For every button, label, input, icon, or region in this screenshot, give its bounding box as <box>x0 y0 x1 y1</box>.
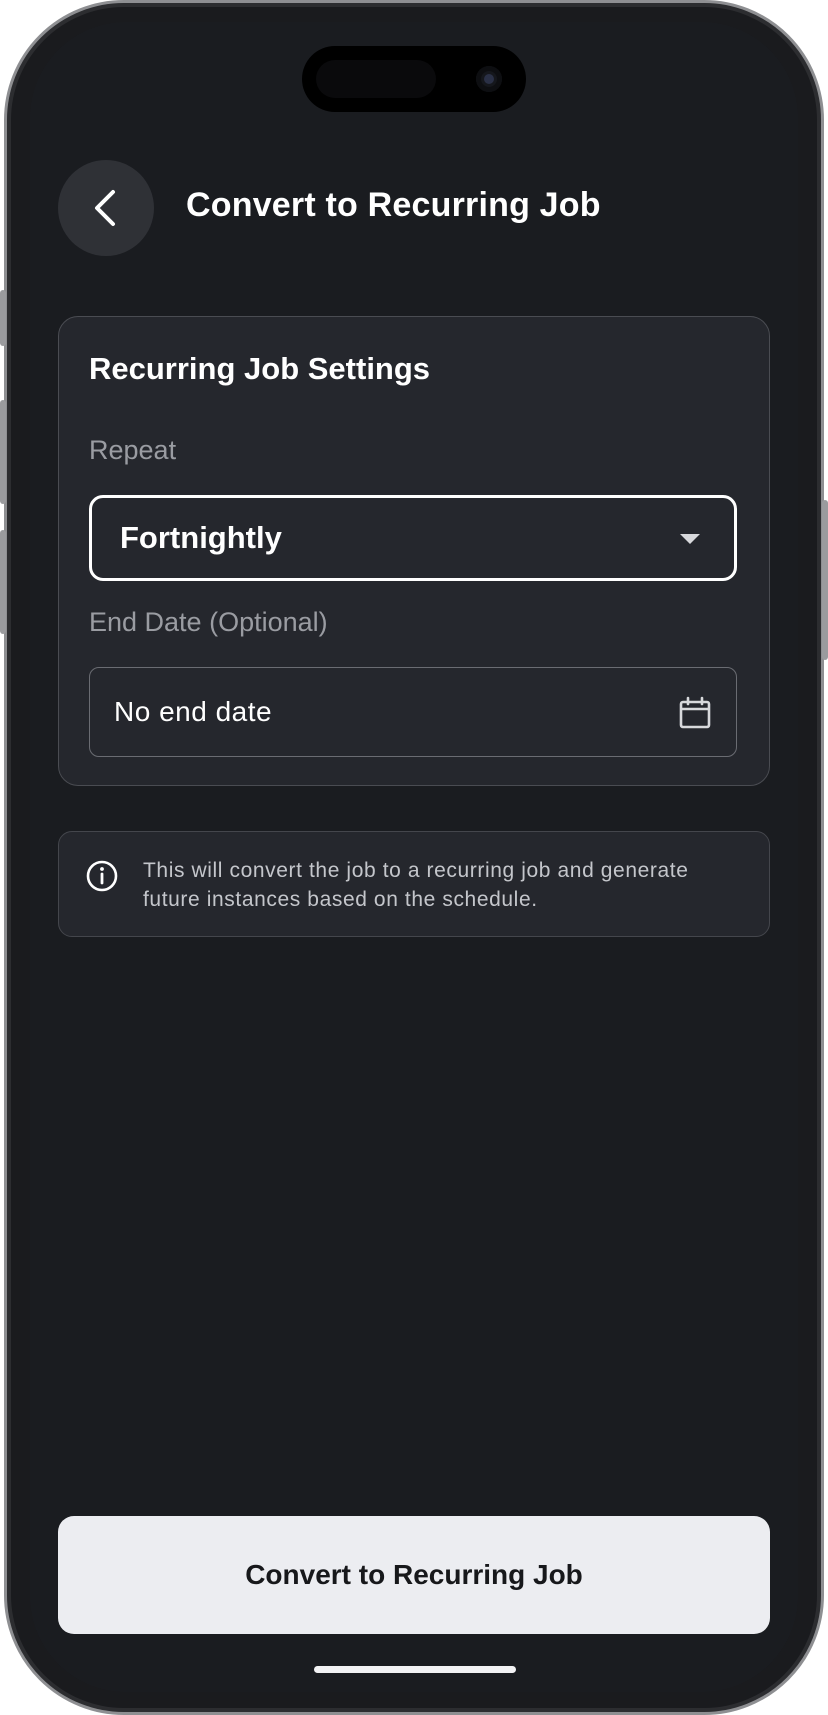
back-button[interactable] <box>58 160 154 256</box>
page-title: Convert to Recurring Job <box>186 186 601 224</box>
convert-to-recurring-button[interactable]: Convert to Recurring Job <box>58 1516 770 1634</box>
silent-switch <box>0 290 6 346</box>
info-icon <box>86 860 118 892</box>
repeat-dropdown[interactable]: Fortnightly <box>89 495 737 581</box>
face-id-sensor <box>316 60 436 98</box>
calendar-icon[interactable] <box>678 696 712 730</box>
repeat-selected-value: Fortnightly <box>120 520 282 555</box>
repeat-label: Repeat <box>89 435 177 465</box>
info-text: This will convert the job to a recurring… <box>143 859 689 911</box>
end-date-value: No end date <box>114 696 273 727</box>
dynamic-island <box>302 46 526 112</box>
info-notice: This will convert the job to a recurring… <box>58 831 770 937</box>
chevron-left-icon <box>95 190 115 226</box>
volume-up-button <box>0 400 6 504</box>
home-indicator[interactable] <box>314 1666 516 1673</box>
dropdown-arrow-icon <box>680 534 700 544</box>
front-camera <box>476 66 502 92</box>
volume-down-button <box>0 530 6 634</box>
end-date-label: End Date (Optional) <box>89 607 328 637</box>
convert-button-label: Convert to Recurring Job <box>245 1559 583 1590</box>
power-button <box>822 500 828 660</box>
end-date-field[interactable]: No end date <box>89 667 737 757</box>
recurring-settings-card: Recurring Job Settings Repeat Fortnightl… <box>58 316 770 786</box>
app-screen: Convert to Recurring Job Recurring Job S… <box>30 22 798 1692</box>
card-title: Recurring Job Settings <box>89 351 431 386</box>
